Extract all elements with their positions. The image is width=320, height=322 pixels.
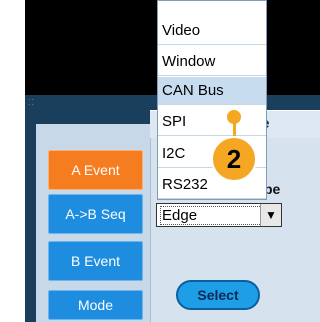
menu-item-video[interactable]: Video (158, 17, 266, 45)
callout-badge: 2 (211, 136, 257, 182)
menu-item-window[interactable]: Window (158, 48, 266, 76)
b-event-button[interactable]: B Event (48, 241, 143, 281)
a-b-seq-button[interactable]: A->B Seq (48, 194, 143, 234)
mode-button[interactable]: Mode (48, 290, 143, 320)
down-triangle-icon[interactable]: ▼ (260, 204, 281, 226)
callout-dot (227, 110, 241, 124)
trigger-type-dropdown[interactable]: Edge ▼ (156, 203, 282, 227)
menu-item-spi[interactable]: SPI (158, 108, 266, 136)
panel-grip-icon: ⁚⁚ (28, 98, 36, 107)
a-event-button[interactable]: A Event (48, 150, 143, 190)
menu-item-can-bus[interactable]: CAN Bus (158, 77, 266, 105)
select-button[interactable]: Select (176, 280, 260, 310)
